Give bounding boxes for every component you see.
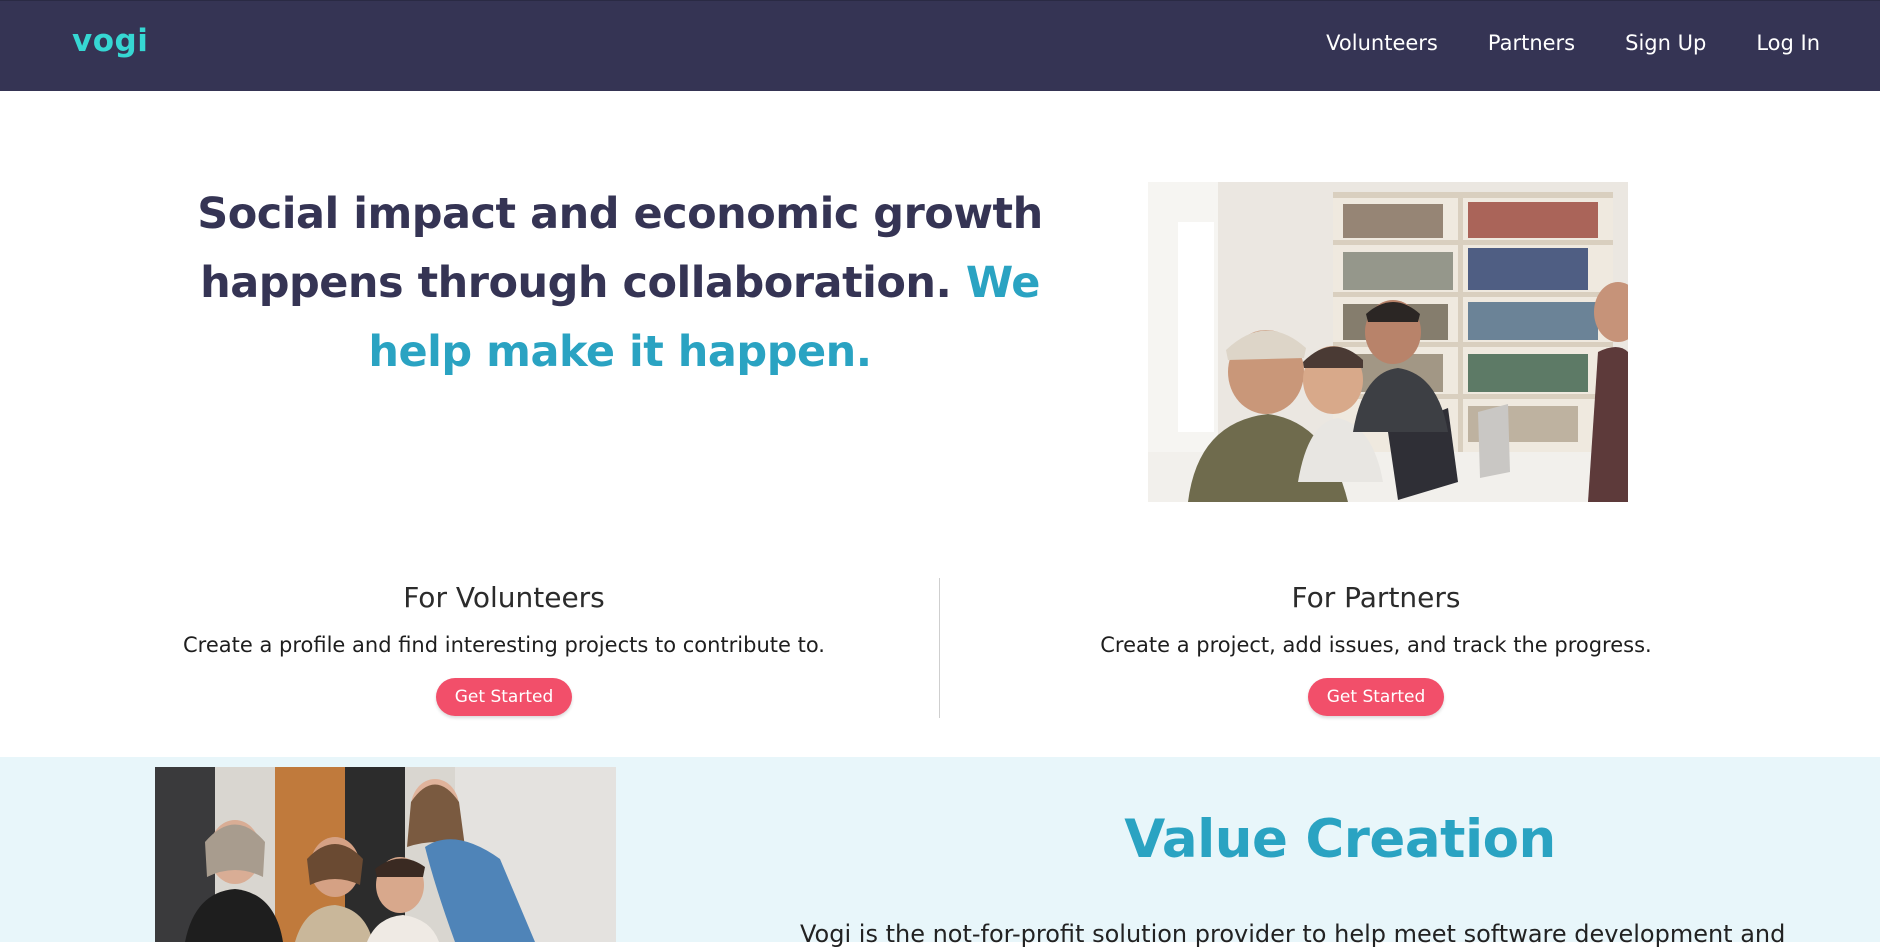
value-creation-text: Vogi is the not-for-profit solution prov…: [800, 920, 1786, 948]
hero-title: Social impact and economic growth happen…: [160, 180, 1080, 387]
volunteers-heading: For Volunteers: [403, 581, 605, 614]
value-creation-title: Value Creation: [1124, 809, 1556, 870]
hero-title-main: Social impact and economic growth happen…: [197, 189, 1043, 308]
nav-volunteers-link[interactable]: Volunteers: [1326, 28, 1438, 58]
partners-description: Create a project, add issues, and track …: [1100, 633, 1652, 657]
hero-photo-illustration: [1148, 182, 1628, 502]
section-divider: [939, 578, 940, 718]
partners-heading: For Partners: [1291, 581, 1461, 614]
nav-partners-link[interactable]: Partners: [1488, 28, 1575, 58]
value-photo-illustration: [155, 767, 616, 942]
volunteers-description: Create a profile and find interesting pr…: [183, 633, 825, 657]
hero-team-photo: [1148, 182, 1628, 502]
logo-text: vogi: [72, 23, 149, 59]
nav-login-link[interactable]: Log In: [1756, 28, 1820, 58]
main-nav: Volunteers Partners Sign Up Log In: [1326, 28, 1820, 58]
partners-card: For Partners Create a project, add issue…: [1012, 578, 1740, 716]
nav-signup-link[interactable]: Sign Up: [1625, 28, 1706, 58]
value-creation-section: Value Creation Vogi is the not-for-profi…: [0, 757, 1880, 948]
value-team-photo: [155, 767, 616, 942]
partners-get-started-button[interactable]: Get Started: [1307, 678, 1445, 716]
top-navbar: vogi Volunteers Partners Sign Up Log In: [0, 0, 1880, 91]
volunteers-get-started-button[interactable]: Get Started: [435, 678, 573, 716]
vogi-logo[interactable]: vogi: [72, 23, 148, 63]
volunteers-card: For Volunteers Create a profile and find…: [140, 578, 868, 716]
